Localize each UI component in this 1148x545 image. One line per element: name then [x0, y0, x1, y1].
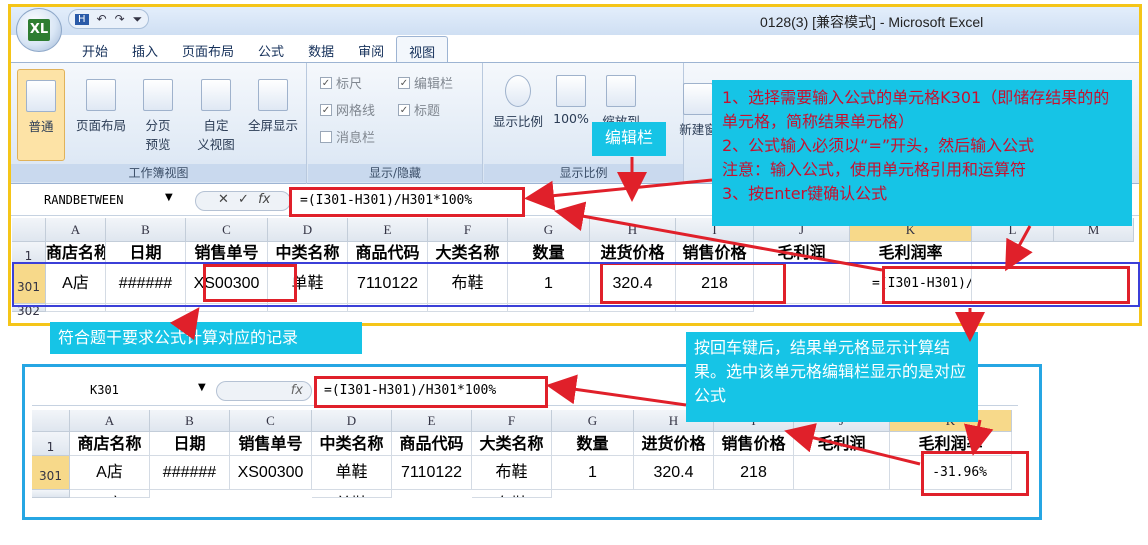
arrow-to-result — [963, 419, 994, 456]
arrow-steps-to-formula — [524, 178, 713, 211]
arrow-steps-to-cell — [1005, 225, 1033, 272]
arrow-cell-to-formula — [554, 201, 883, 272]
arrow-record — [169, 307, 200, 341]
annotation-arrows — [169, 157, 1033, 466]
arrow-result-to-callout — [784, 423, 921, 466]
arrow-to-bottom-formula — [546, 374, 687, 407]
